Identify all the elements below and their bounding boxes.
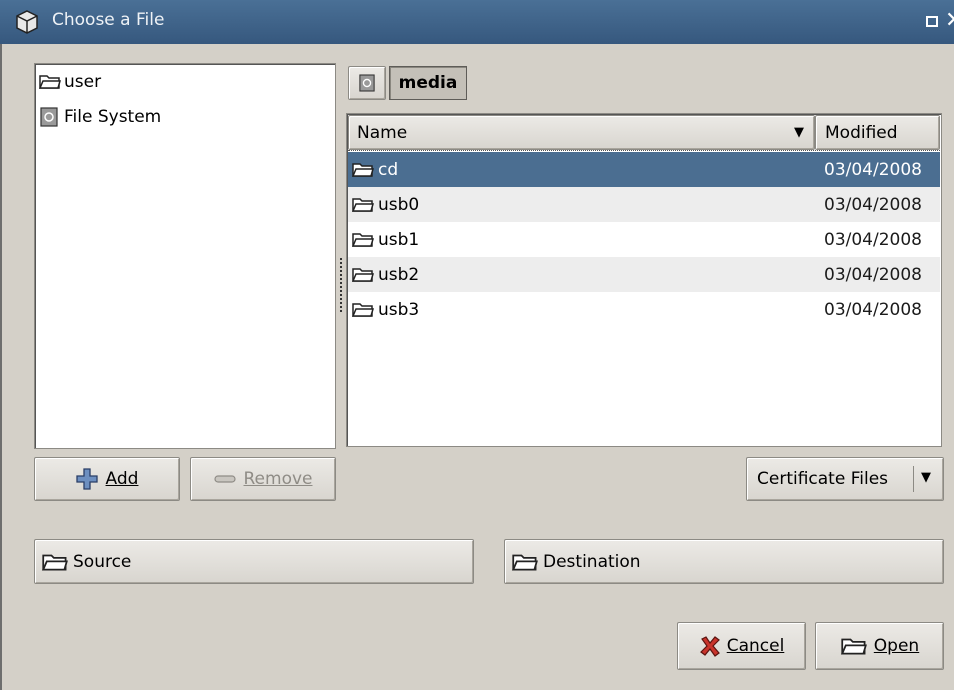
file-type-filter[interactable]: Certificate Files ▼ bbox=[746, 457, 944, 501]
filter-divider bbox=[913, 466, 914, 492]
places-item-user[interactable]: user bbox=[64, 72, 101, 92]
file-modified: 03/04/2008 bbox=[824, 159, 922, 180]
minus-icon bbox=[213, 475, 236, 483]
sort-descending-icon: ▼ bbox=[794, 125, 804, 140]
destination-button[interactable]: Destination bbox=[504, 539, 944, 584]
places-item-file-system[interactable]: File System bbox=[64, 107, 161, 127]
folder-open-icon bbox=[840, 638, 867, 655]
folder-icon bbox=[352, 163, 374, 177]
header-separator bbox=[348, 150, 940, 151]
source-button[interactable]: Source bbox=[34, 539, 474, 584]
folder-icon bbox=[41, 554, 68, 571]
remove-button-label: Remove bbox=[243, 469, 313, 489]
folder-icon bbox=[352, 198, 374, 212]
pane-splitter-handle[interactable] bbox=[340, 258, 343, 312]
destination-button-label: Destination bbox=[543, 551, 641, 572]
remove-button[interactable]: Remove bbox=[190, 457, 336, 501]
column-header-modified[interactable]: Modified bbox=[815, 115, 940, 150]
file-row-usb2[interactable]: usb2 03/04/2008 bbox=[348, 257, 940, 292]
cancel-x-icon bbox=[699, 636, 720, 657]
file-modified: 03/04/2008 bbox=[824, 264, 922, 285]
source-button-label: Source bbox=[73, 551, 132, 572]
path-root-button[interactable] bbox=[348, 66, 386, 100]
folder-icon bbox=[511, 554, 538, 571]
cancel-button-label: Cancel bbox=[726, 636, 785, 656]
path-current-label: media bbox=[398, 73, 458, 93]
file-row-usb1[interactable]: usb1 03/04/2008 bbox=[348, 222, 940, 257]
chevron-down-icon: ▼ bbox=[921, 470, 931, 485]
column-header-name[interactable]: Name ▼ bbox=[348, 115, 815, 150]
file-name: usb1 bbox=[378, 229, 420, 250]
folder-icon bbox=[352, 268, 374, 282]
file-type-filter-value: Certificate Files bbox=[757, 469, 889, 489]
window-left-border bbox=[0, 44, 12, 690]
app-box-icon bbox=[16, 10, 38, 34]
add-button[interactable]: Add bbox=[34, 457, 180, 501]
folder-icon bbox=[352, 233, 374, 247]
file-name: cd bbox=[378, 159, 399, 180]
file-row-cd[interactable]: cd 03/04/2008 bbox=[348, 152, 940, 187]
folder-icon bbox=[39, 75, 61, 89]
column-header-modified-label: Modified bbox=[825, 122, 898, 143]
path-current-button[interactable]: media bbox=[389, 66, 467, 100]
file-name: usb2 bbox=[378, 264, 420, 285]
close-icon[interactable]: ✕ bbox=[945, 8, 954, 33]
file-row-usb0[interactable]: usb0 03/04/2008 bbox=[348, 187, 940, 222]
file-modified: 03/04/2008 bbox=[824, 299, 922, 320]
file-name: usb0 bbox=[378, 194, 420, 215]
file-modified: 03/04/2008 bbox=[824, 229, 922, 250]
column-header-name-label: Name bbox=[357, 122, 408, 143]
file-row-usb3[interactable]: usb3 03/04/2008 bbox=[348, 292, 940, 327]
open-button-label: Open bbox=[873, 636, 920, 656]
file-name: usb3 bbox=[378, 299, 420, 320]
window-title: Choose a File bbox=[52, 10, 165, 30]
open-button[interactable]: Open bbox=[815, 622, 944, 670]
maximize-icon[interactable] bbox=[926, 16, 938, 27]
folder-icon bbox=[352, 303, 374, 317]
add-button-label: Add bbox=[105, 469, 139, 489]
drive-icon bbox=[40, 107, 58, 127]
plus-icon bbox=[75, 468, 98, 490]
drive-icon bbox=[359, 74, 375, 92]
file-modified: 03/04/2008 bbox=[824, 194, 922, 215]
cancel-button[interactable]: Cancel bbox=[677, 622, 806, 670]
